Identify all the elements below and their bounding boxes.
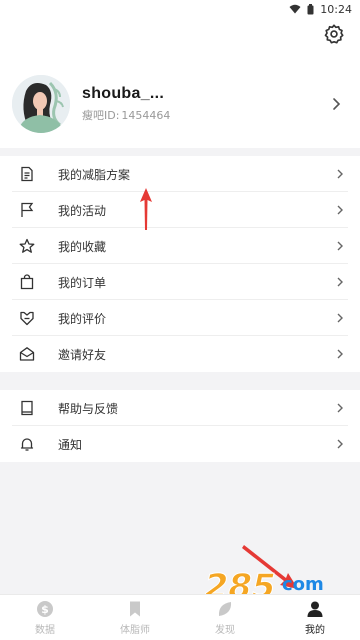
tab-label: 发现 bbox=[215, 624, 235, 636]
status-time: 10:24 bbox=[320, 2, 352, 16]
chevron-right-icon bbox=[337, 349, 343, 359]
document-icon bbox=[18, 165, 36, 183]
menu-item-label: 帮助与反馈 bbox=[58, 401, 119, 416]
data-icon: $ bbox=[37, 600, 53, 617]
chevron-right-icon bbox=[337, 241, 343, 251]
menu-group-secondary: 帮助与反馈 通知 bbox=[0, 390, 360, 462]
chevron-right-icon bbox=[337, 169, 343, 179]
review-icon bbox=[18, 309, 36, 327]
bookmark-icon bbox=[130, 601, 140, 616]
bottom-tab-bar: $ 数据 体脂师 发现 我的 bbox=[0, 594, 360, 640]
tab-label: 数据 bbox=[35, 624, 55, 636]
shopping-bag-icon bbox=[18, 273, 36, 291]
profile-header: shouba_... 瘦吧ID: 1454464 bbox=[0, 18, 360, 148]
menu-item-reviews[interactable]: 我的评价 bbox=[0, 300, 360, 336]
menu-group-primary: 我的减脂方案 我的活动 我的收藏 我的订单 我的评价 邀请好友 bbox=[0, 156, 360, 372]
user-id-label: 瘦吧ID: bbox=[82, 109, 120, 122]
star-icon bbox=[18, 237, 36, 255]
tab-label: 我的 bbox=[305, 624, 325, 636]
chevron-right-icon bbox=[337, 277, 343, 287]
profile-row[interactable]: shouba_... 瘦吧ID: 1454464 bbox=[12, 68, 348, 140]
chevron-right-icon bbox=[337, 205, 343, 215]
envelope-icon bbox=[18, 345, 36, 363]
leaf-icon bbox=[218, 601, 232, 616]
gear-icon bbox=[324, 24, 344, 44]
avatar-illustration bbox=[12, 75, 70, 133]
bell-icon bbox=[18, 435, 36, 453]
status-bar: 10:24 bbox=[0, 0, 360, 18]
menu-item-label: 我的收藏 bbox=[58, 239, 107, 254]
person-icon bbox=[307, 601, 323, 617]
tab-label: 体脂师 bbox=[120, 624, 150, 636]
menu-item-label: 我的订单 bbox=[58, 275, 107, 290]
book-icon bbox=[18, 399, 36, 417]
wifi-icon bbox=[289, 4, 301, 14]
menu-item-fat-loss-plan[interactable]: 我的减脂方案 bbox=[0, 156, 360, 192]
flag-icon bbox=[18, 201, 36, 219]
tab-trainer[interactable]: 体脂师 bbox=[90, 595, 180, 640]
menu-item-label: 我的评价 bbox=[58, 311, 107, 326]
chevron-right-icon bbox=[337, 403, 343, 413]
settings-button[interactable] bbox=[322, 22, 346, 46]
chevron-right-icon bbox=[337, 313, 343, 323]
menu-item-invite-friends[interactable]: 邀请好友 bbox=[0, 336, 360, 372]
battery-icon bbox=[307, 3, 314, 14]
menu-item-orders[interactable]: 我的订单 bbox=[0, 264, 360, 300]
avatar[interactable] bbox=[12, 75, 70, 133]
tab-data[interactable]: $ 数据 bbox=[0, 595, 90, 640]
user-id-value: 1454464 bbox=[121, 109, 171, 122]
menu-item-activities[interactable]: 我的活动 bbox=[0, 192, 360, 228]
user-id: 瘦吧ID: 1454464 bbox=[82, 107, 328, 123]
chevron-right-icon bbox=[333, 98, 341, 110]
menu-item-label: 我的减脂方案 bbox=[58, 167, 131, 182]
menu-item-label: 邀请好友 bbox=[58, 347, 107, 362]
svg-text:$: $ bbox=[41, 603, 49, 616]
menu-item-favorites[interactable]: 我的收藏 bbox=[0, 228, 360, 264]
username: shouba_... bbox=[82, 85, 165, 102]
menu-item-label: 通知 bbox=[58, 437, 83, 452]
chevron-right-icon bbox=[337, 439, 343, 449]
svg-text:com: com bbox=[282, 574, 324, 595]
menu-item-notifications[interactable]: 通知 bbox=[0, 426, 360, 462]
menu-item-help-feedback[interactable]: 帮助与反馈 bbox=[0, 390, 360, 426]
tab-mine[interactable]: 我的 bbox=[270, 595, 360, 640]
annotation-arrow-diagonal bbox=[242, 545, 298, 589]
menu-item-label: 我的活动 bbox=[58, 203, 107, 218]
tab-discover[interactable]: 发现 bbox=[180, 595, 270, 640]
